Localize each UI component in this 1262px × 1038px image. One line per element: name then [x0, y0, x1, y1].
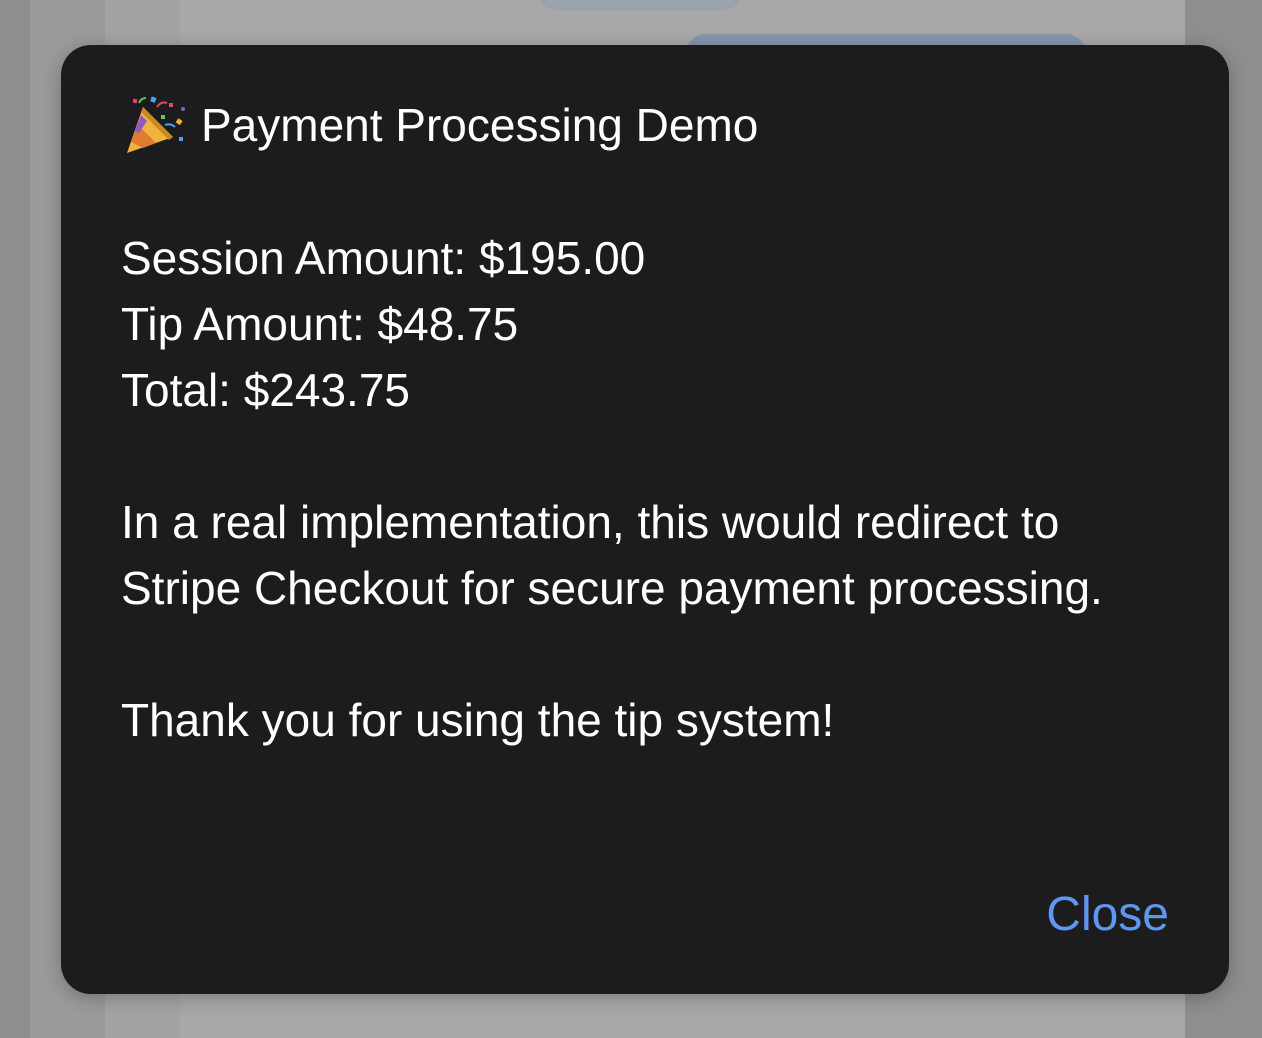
dialog-message: Session Amount: $195.00 Tip Amount: $48.… [121, 225, 1181, 753]
redirect-info-text: In a real implementation, this would red… [121, 496, 1103, 614]
payment-alert-dialog: Payment Processing Demo Session Amount: … [61, 45, 1229, 994]
dialog-title: Payment Processing Demo [201, 99, 759, 151]
party-popper-icon [127, 96, 185, 153]
total-amount-text: Total: $243.75 [121, 364, 411, 416]
tip-amount-text: Tip Amount: $48.75 [121, 298, 519, 350]
dialog-header: Payment Processing Demo [121, 93, 758, 157]
close-button[interactable]: Close [1046, 885, 1169, 945]
background-header-element [540, 0, 740, 10]
session-amount-text: Session Amount: $195.00 [121, 232, 646, 284]
thank-you-text: Thank you for using the tip system! [121, 694, 835, 746]
